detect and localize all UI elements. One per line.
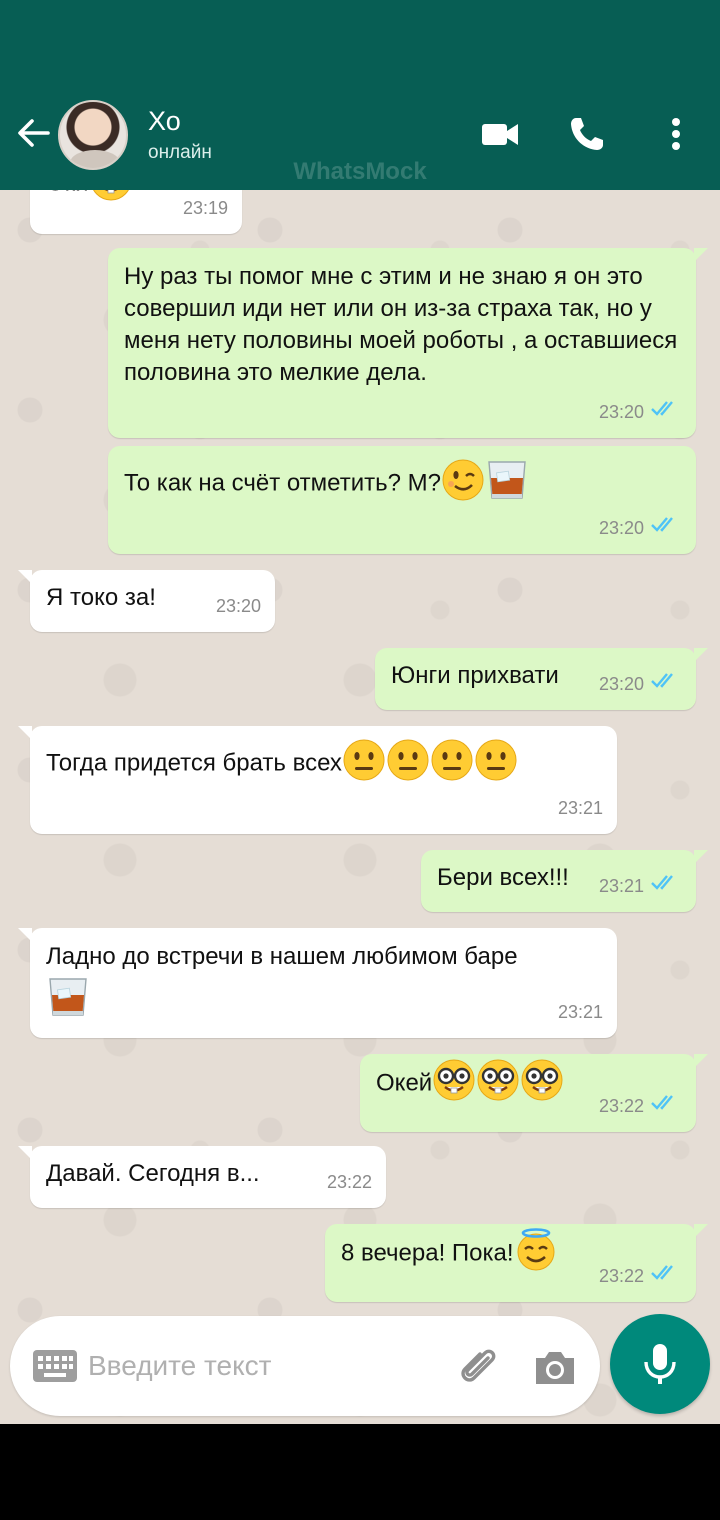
phone-icon[interactable] — [567, 114, 607, 154]
incoming-message-bubble[interactable]: Ладно до встречи в нашем любимом баре 23:… — [18, 928, 617, 1038]
message-input[interactable] — [88, 1344, 428, 1388]
message-text: Я токо за! — [46, 584, 156, 611]
read-receipt-icon — [650, 870, 682, 902]
message-time: 23:21 — [557, 798, 603, 818]
app-watermark: WhatsMock — [293, 158, 427, 185]
message-meta: 23:21 — [599, 870, 682, 902]
neutral-face-emoji-icon — [474, 738, 518, 782]
message-time: 23:22 — [598, 1096, 644, 1116]
nerd-face-emoji-icon — [520, 1058, 564, 1102]
smiling-face-with-halo-emoji-icon — [514, 1228, 558, 1272]
read-receipt-icon — [650, 1090, 682, 1122]
message-time: 23:21 — [557, 1002, 603, 1022]
message-meta: 23:22 — [327, 1166, 372, 1198]
nerd-face-emoji-icon — [89, 190, 133, 202]
message-meta: 23:19 — [183, 192, 228, 224]
message-text: Ладно до встречи в нашем любимом баре — [46, 943, 518, 970]
video-camera-icon[interactable] — [480, 114, 520, 154]
message-text: Тогда придется брать всех — [46, 749, 342, 777]
contact-name[interactable]: Хо — [148, 106, 181, 137]
message-text: 8 вечера! Пока! — [341, 1239, 514, 1267]
neutral-face-emoji-icon — [386, 738, 430, 782]
message-text: Давай. Сегодня в... — [46, 1160, 260, 1187]
message-time: 23:20 — [215, 596, 261, 616]
outgoing-message-bubble[interactable]: То как на счёт отметить? М? 23:20 — [108, 446, 696, 554]
keyboard-icon[interactable] — [32, 1348, 78, 1384]
outgoing-message-bubble[interactable]: Юнги прихвати 23:20 — [375, 648, 708, 710]
more-vertical-icon[interactable] — [656, 114, 696, 154]
microphone-icon — [644, 1344, 676, 1384]
neutral-face-emoji-icon — [430, 738, 474, 782]
message-meta: 23:20 — [599, 396, 682, 428]
paperclip-icon[interactable] — [455, 1344, 501, 1390]
incoming-message-bubble[interactable]: Давай. Сегодня в... 23:22 — [18, 1146, 386, 1208]
tumbler-glass-emoji-icon — [485, 458, 529, 502]
message-meta: 23:21 — [558, 996, 603, 1028]
message-input-container[interactable] — [10, 1316, 600, 1416]
incoming-message-bubble[interactable]: Тогда придется брать всех 23:21 — [18, 726, 617, 834]
winking-face-emoji-icon — [441, 458, 485, 502]
message-time: 23:21 — [598, 876, 644, 896]
incoming-message-bubble[interactable]: Оки 23:19 — [30, 190, 242, 234]
outgoing-message-bubble[interactable]: Окей 23:22 — [360, 1054, 708, 1132]
message-text: Оки — [46, 190, 89, 196]
neutral-face-emoji-icon — [342, 738, 386, 782]
message-time: 23:20 — [598, 518, 644, 538]
message-meta: 23:20 — [599, 668, 682, 700]
message-time: 23:20 — [598, 402, 644, 422]
message-meta: 23:20 — [216, 590, 261, 622]
message-time: 23:20 — [598, 674, 644, 694]
message-meta: 23:20 — [599, 512, 682, 544]
message-text: Юнги прихвати — [391, 662, 559, 689]
message-text: Ну раз ты помог мне с этим и не знаю я о… — [124, 263, 678, 386]
message-meta: 23:22 — [599, 1260, 682, 1292]
nerd-face-emoji-icon — [476, 1058, 520, 1102]
message-list[interactable]: Оки 23:19 Ну раз ты помог мне с этим и не … — [0, 190, 720, 1424]
message-text: Окей — [376, 1069, 433, 1097]
outgoing-message-bubble[interactable]: Бери всех!!! 23:21 — [421, 850, 708, 912]
message-meta: 23:22 — [599, 1090, 682, 1122]
microphone-button[interactable] — [610, 1314, 710, 1414]
outgoing-message-bubble[interactable]: 8 вечера! Пока! 23:22 — [325, 1224, 708, 1302]
camera-icon[interactable] — [532, 1344, 578, 1390]
read-receipt-icon — [650, 396, 682, 428]
message-time: 23:19 — [182, 198, 228, 218]
system-navigation-bar — [0, 1424, 720, 1520]
message-text: То как на счёт отметить? М? — [124, 469, 441, 497]
arrow-left-icon[interactable] — [14, 113, 54, 153]
status-bar — [0, 0, 720, 80]
read-receipt-icon — [650, 512, 682, 544]
message-time: 23:22 — [598, 1266, 644, 1286]
tumbler-glass-emoji-icon — [46, 975, 90, 1019]
message-text: Бери всех!!! — [437, 864, 569, 891]
composer-bar — [0, 1314, 720, 1424]
nerd-face-emoji-icon — [432, 1058, 476, 1102]
outgoing-message-bubble[interactable]: Ну раз ты помог мне с этим и не знаю я о… — [108, 248, 708, 438]
read-receipt-icon — [650, 1260, 682, 1292]
incoming-message-bubble[interactable]: Я токо за! 23:20 — [18, 570, 275, 632]
message-meta: 23:21 — [558, 792, 603, 824]
message-time: 23:22 — [326, 1172, 372, 1192]
read-receipt-icon — [650, 668, 682, 700]
